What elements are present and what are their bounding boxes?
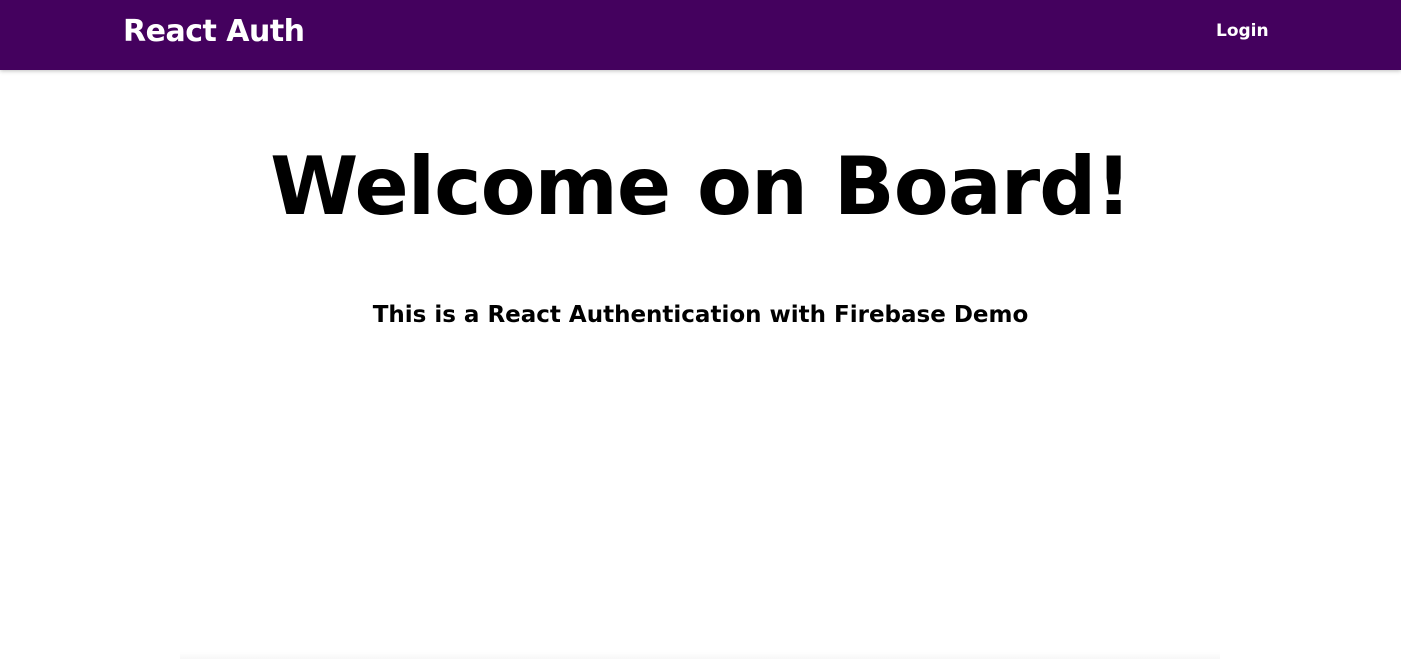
main-header: React Auth Login — [0, 0, 1401, 70]
page-title: Welcome on Board! — [270, 140, 1132, 233]
logo-link[interactable]: React Auth — [123, 12, 305, 52]
main-nav: Login — [1216, 20, 1269, 42]
bottom-divider — [180, 652, 1220, 659]
main-content: Welcome on Board! This is a React Authen… — [0, 70, 1401, 659]
login-link[interactable]: Login — [1216, 21, 1269, 41]
page-subtitle: This is a React Authentication with Fire… — [372, 302, 1029, 328]
